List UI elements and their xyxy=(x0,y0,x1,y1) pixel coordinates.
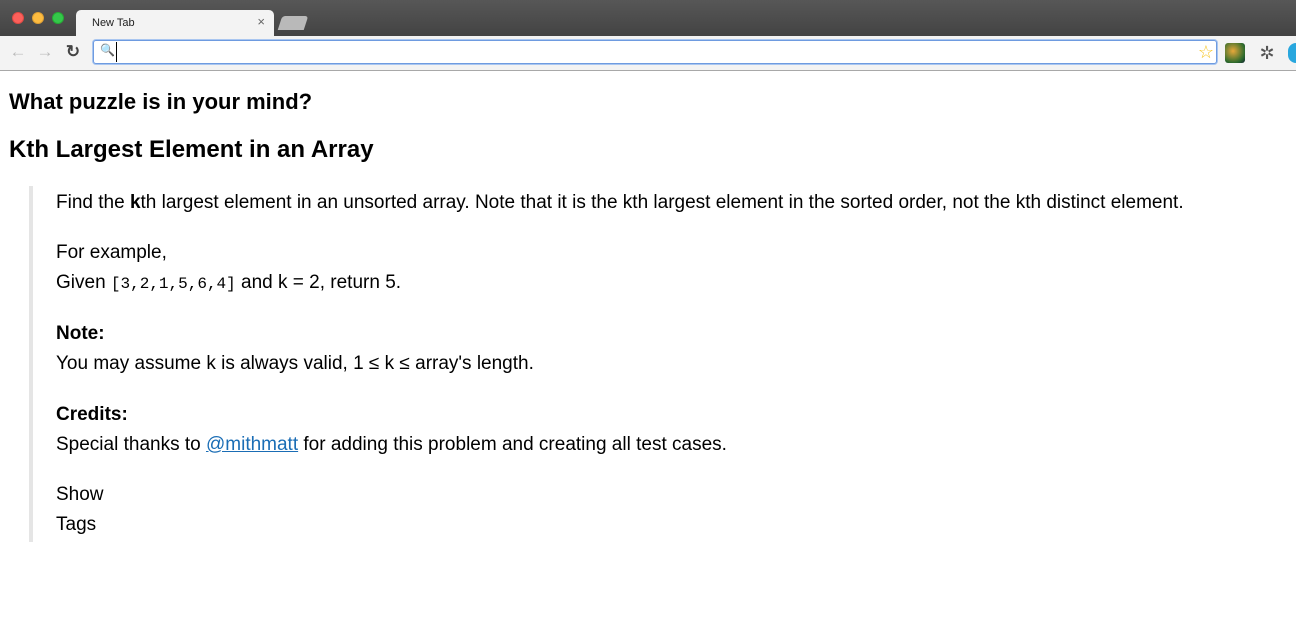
k-bold: k xyxy=(129,192,141,213)
reload-icon[interactable]: ↻ xyxy=(63,42,83,62)
address-bar[interactable]: 🔍 ☆ xyxy=(93,40,1217,64)
tab-new-tab[interactable]: New Tab × xyxy=(76,10,274,36)
example-label: For example, xyxy=(56,242,167,263)
browser-chrome: New Tab × ← → ↻ 🔍 ☆ ✲ xyxy=(0,0,1296,71)
search-icon: 🔍 xyxy=(100,43,115,57)
title-bar: New Tab × xyxy=(0,0,1296,36)
new-tab-button[interactable] xyxy=(277,16,309,30)
window-minimize-button[interactable] xyxy=(32,12,44,24)
problem-title: Kth Largest Element in an Array xyxy=(9,136,374,163)
window-close-button[interactable] xyxy=(12,12,24,24)
mithmatt-link[interactable]: @mithmatt xyxy=(206,434,298,455)
back-arrow-icon[interactable]: ← xyxy=(8,42,28,62)
window-maximize-button[interactable] xyxy=(52,12,64,24)
problem-description: Find the kth largest element in an unsor… xyxy=(29,186,1283,542)
address-input[interactable] xyxy=(116,42,1187,62)
show-link[interactable]: Show xyxy=(56,480,104,510)
page-content: What puzzle is in your mind? Kth Largest… xyxy=(0,71,1296,634)
page-heading: What puzzle is in your mind? xyxy=(9,89,313,114)
note-text: You may assume k is always valid, 1 ≤ k … xyxy=(56,353,534,374)
tab-close-icon[interactable]: × xyxy=(257,15,265,29)
credits-text: Special thanks to @mithmatt for adding t… xyxy=(56,434,727,455)
credits-label: Credits: xyxy=(56,404,128,425)
browser-toolbar: ← → ↻ 🔍 ☆ ✲ xyxy=(0,36,1296,71)
note-label: Note: xyxy=(56,323,105,344)
example-array-code: [3,2,1,5,6,4] xyxy=(110,275,236,293)
tab-title: New Tab xyxy=(92,17,135,29)
extension-icon[interactable] xyxy=(1225,43,1245,63)
tags-link[interactable]: Tags xyxy=(56,510,96,540)
problem-statement: Find the kth largest element in an unsor… xyxy=(56,192,1184,213)
example-line: Given [3,2,1,5,6,4] and k = 2, return 5. xyxy=(56,272,402,293)
bug-extension-icon[interactable]: ✲ xyxy=(1257,43,1277,63)
extension-partial-icon[interactable] xyxy=(1288,43,1296,63)
forward-arrow-icon[interactable]: → xyxy=(35,42,55,62)
star-icon[interactable]: ☆ xyxy=(1198,42,1214,62)
